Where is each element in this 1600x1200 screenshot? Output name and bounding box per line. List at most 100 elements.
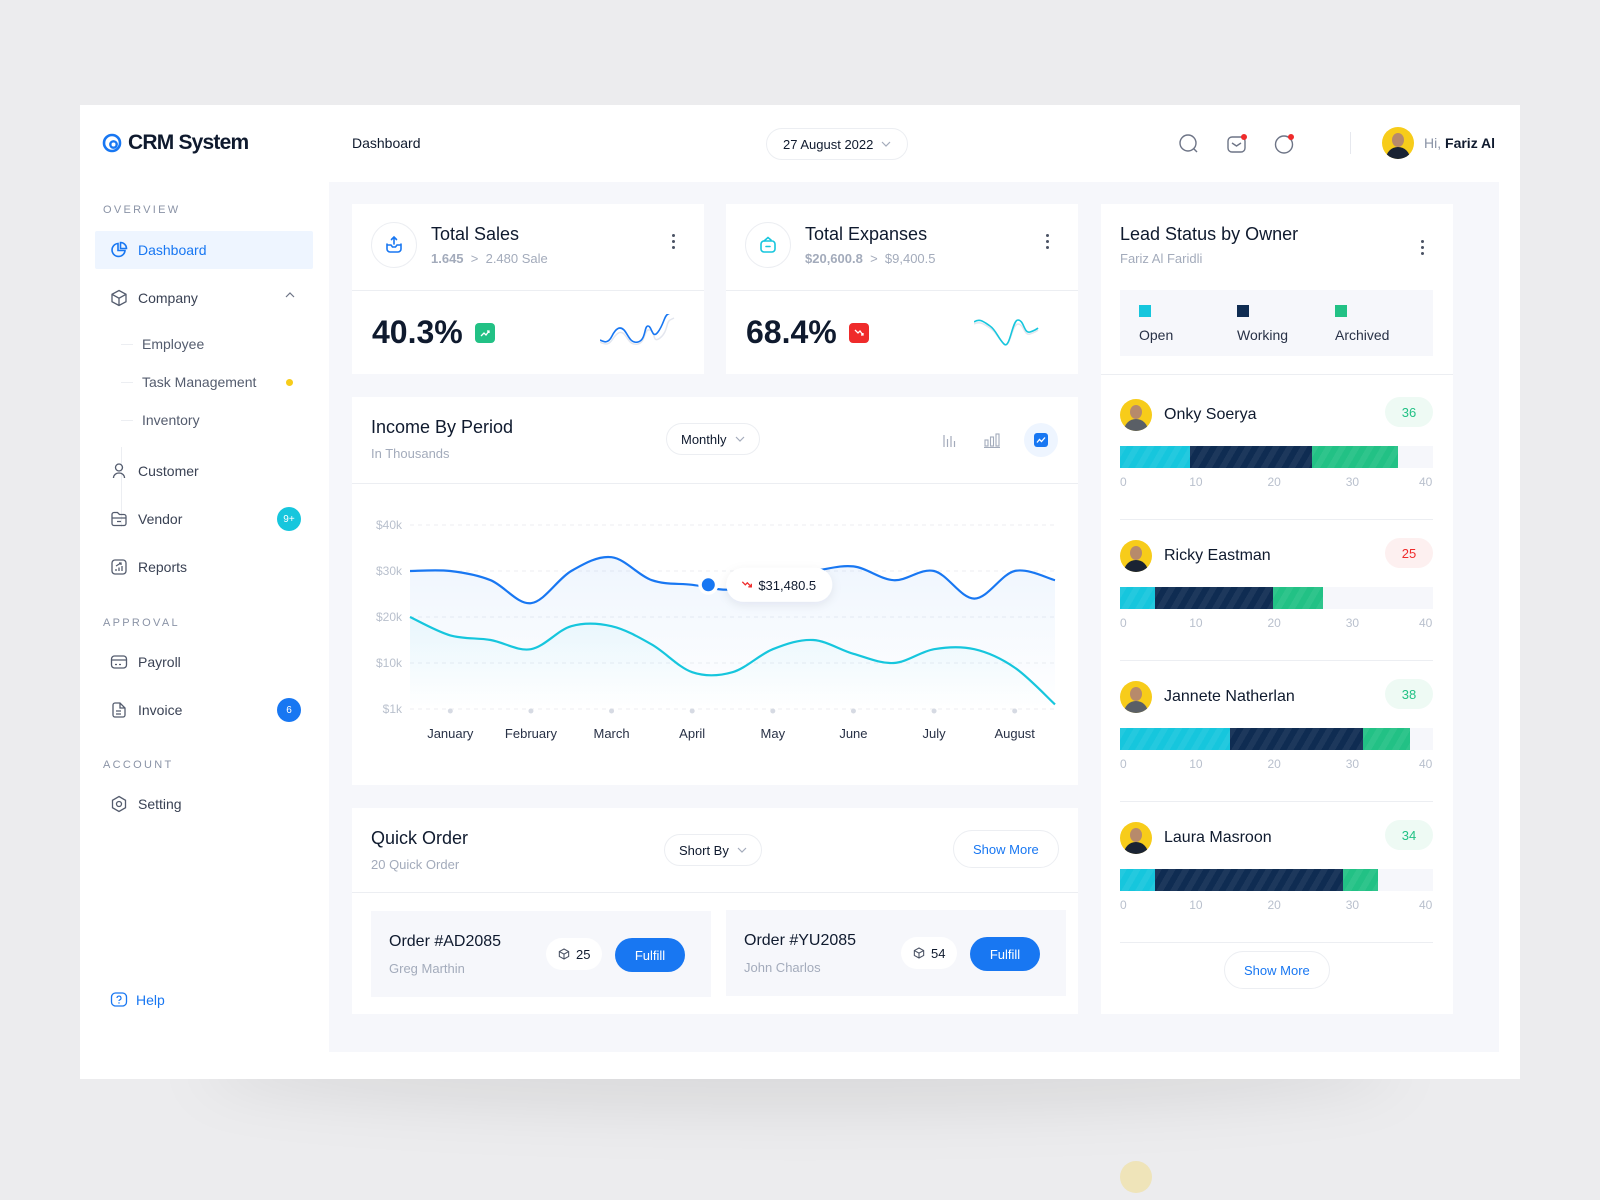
sidebar-item-setting[interactable]: Setting — [95, 785, 313, 823]
sidebar-item-reports[interactable]: Reports — [95, 548, 313, 586]
search-button[interactable] — [1176, 131, 1202, 157]
fulfill-button[interactable]: Fulfill — [615, 938, 685, 972]
lead-subtitle: Fariz Al Faridli — [1120, 251, 1203, 266]
x-tick-dot — [931, 708, 937, 714]
sidebar-item-label: Reports — [138, 559, 188, 575]
axis-tick-label: 30 — [1345, 898, 1360, 912]
axis-tick-label: 10 — [1189, 475, 1203, 489]
mail-button[interactable] — [1224, 131, 1250, 157]
y-tick-label: $30k — [376, 564, 403, 578]
notification-icon — [1274, 134, 1294, 154]
more-options-icon[interactable] — [1046, 234, 1050, 249]
line-chart-toggle[interactable] — [1024, 423, 1058, 457]
y-tick-label: $20k — [376, 610, 403, 624]
x-tick-label: March — [594, 726, 630, 741]
legend-archived: Archived — [1335, 305, 1389, 343]
bar-working — [1155, 587, 1273, 609]
period-select[interactable]: Monthly — [666, 423, 760, 455]
sort-label: Short By — [679, 842, 729, 858]
stat-value: 68.4% — [746, 314, 837, 350]
chevron-down-icon — [737, 847, 747, 853]
more-options-icon[interactable] — [672, 234, 676, 249]
sidebar-item-dashboard[interactable]: Dashboard — [95, 231, 313, 269]
mail-icon — [1227, 134, 1247, 153]
owner-avatar — [1120, 822, 1152, 854]
sidebar-subitem-employee[interactable]: Employee — [120, 336, 204, 352]
quick-order-show-more-button[interactable]: Show More — [953, 830, 1059, 868]
more-options-icon[interactable] — [1421, 240, 1425, 255]
axis-tick-label: 40 — [1419, 898, 1433, 912]
divider — [1101, 374, 1453, 375]
chevron-down-icon — [735, 436, 744, 442]
invoice-badge: 6 — [277, 698, 301, 722]
user-greeting: Hi, — [1424, 135, 1442, 151]
column-chart-toggle[interactable] — [975, 423, 1009, 457]
user-icon — [112, 463, 126, 479]
x-tick-dot — [1012, 708, 1018, 714]
logo[interactable]: CRM System — [102, 131, 249, 155]
order-qty-value: 54 — [931, 945, 946, 961]
lead-show-more-button[interactable]: Show More — [1224, 951, 1330, 989]
order-quantity: 54 — [901, 937, 958, 969]
owner-name: Laura Masroon — [1164, 829, 1272, 846]
owner-name: Onky Soerya — [1164, 406, 1257, 423]
chevron-up-icon[interactable] — [285, 292, 295, 298]
crm-app: CRM System Dashboard 27 August 2022 Hi, … — [80, 105, 1520, 1193]
user-menu[interactable]: Hi, Fariz Al — [1382, 127, 1495, 159]
page-title: Dashboard — [352, 135, 421, 151]
cube-icon — [913, 947, 925, 959]
bar-archived — [1272, 587, 1324, 609]
quick-order-title: Quick Order — [371, 828, 469, 848]
owner-stacked-bar — [1120, 587, 1433, 609]
quick-order-card: Quick Order 20 Quick Order Short By Show… — [352, 808, 1078, 1014]
sidebar-item-label: Dashboard — [138, 242, 207, 258]
date-picker[interactable]: 27 August 2022 — [766, 128, 909, 160]
sidebar-item-label: Customer — [138, 463, 199, 479]
sort-select[interactable]: Short By — [664, 834, 762, 866]
sidebar-item-company[interactable]: Company — [95, 279, 313, 317]
x-tick-dot — [528, 708, 534, 714]
card-icon — [110, 655, 128, 669]
x-tick-label: June — [839, 726, 867, 741]
line-chart-icon — [1034, 433, 1048, 447]
search-icon — [1179, 134, 1198, 153]
axis-tick-label: 20 — [1267, 757, 1281, 771]
sidebar-subitem-task-management[interactable]: Task Management — [120, 374, 256, 390]
y-tick-label: $10k — [376, 656, 403, 670]
axis-tick-label: 0 — [1120, 475, 1127, 489]
sidebar-item-payroll[interactable]: Payroll — [95, 643, 313, 681]
axis-tick-label: 10 — [1189, 898, 1203, 912]
axis-tick-label: 20 — [1267, 616, 1281, 630]
owner-row: Laura Masroon 34 0 10 20 30 40 — [1120, 820, 1433, 943]
owner-row: Ricky Eastman 25 0 10 20 30 40 — [1120, 538, 1433, 661]
bar-chart-toggle[interactable] — [932, 423, 966, 457]
axis-tick-label: 30 — [1345, 616, 1360, 630]
bar-archived — [1343, 869, 1379, 891]
order-card: Order #YU2085 John Charlos 54 Fulfill — [726, 910, 1066, 996]
sidebar-subitem-inventory[interactable]: Inventory — [121, 412, 200, 428]
divider — [352, 290, 704, 291]
owner-count-badge: 36 — [1385, 397, 1433, 427]
bar-open — [1120, 728, 1230, 750]
stat-from: 1.645 — [431, 251, 464, 266]
sidebar-item-label: Payroll — [138, 654, 181, 670]
bar-open — [1120, 869, 1156, 891]
notification-button[interactable] — [1272, 131, 1298, 157]
total-expanses-card: Total Expanses $20,600.8 > $9,400.5 68.4… — [726, 204, 1078, 374]
axis-tick-label: 20 — [1267, 898, 1281, 912]
sidebar-item-vendor[interactable]: Vendor 9+ — [95, 500, 313, 538]
x-tick-dot — [447, 708, 453, 714]
sidebar-item-customer[interactable]: Customer — [95, 452, 313, 490]
owner-avatar — [1120, 681, 1152, 713]
stat-title: Total Sales — [431, 224, 520, 244]
owner-name: Jannete Natherlan — [1164, 688, 1295, 705]
owner-stacked-bar — [1120, 728, 1433, 750]
axis-tick-label: 0 — [1120, 757, 1127, 771]
fulfill-button[interactable]: Fulfill — [970, 937, 1040, 971]
sidebar-item-invoice[interactable]: Invoice 6 — [95, 691, 313, 729]
order-customer: John Charlos — [744, 960, 821, 975]
help-link[interactable]: Help — [110, 991, 165, 1009]
income-card: Income By Period In Thousands Monthly $4… — [352, 397, 1078, 785]
owner-row: Onky Soerya 36 0 10 20 30 40 — [1120, 397, 1433, 520]
order-customer: Greg Marthin — [389, 961, 465, 976]
